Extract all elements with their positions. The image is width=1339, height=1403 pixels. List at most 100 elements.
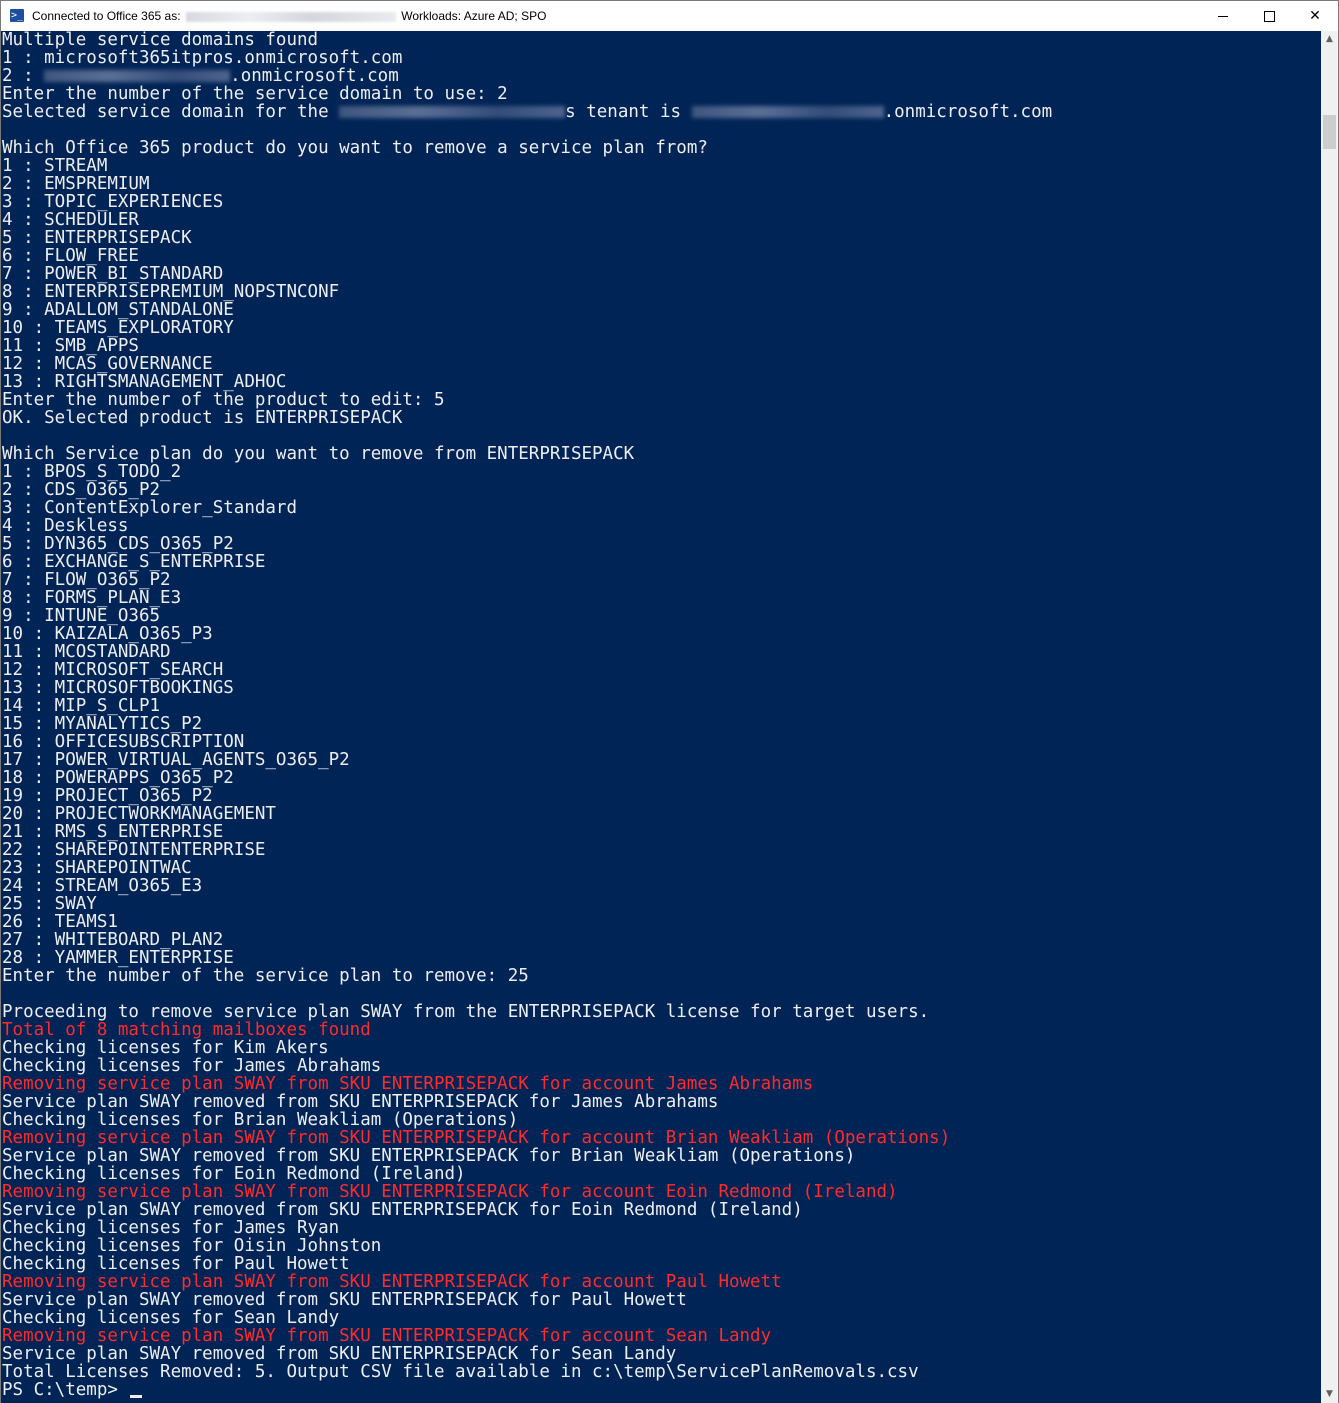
console-line: 9 : ADALLOM_STANDALONE [1, 301, 1321, 319]
console-line: 3 : TOPIC_EXPERIENCES [1, 193, 1321, 211]
console-line-text: Enter the number of the product to edit:… [2, 390, 445, 410]
console-line-text: 28 : YAMMER_ENTERPRISE [2, 948, 234, 968]
console-line-text: 20 : PROJECTWORKMANAGEMENT [2, 804, 276, 824]
redacted-text [339, 106, 566, 118]
console-line: 18 : POWERAPPS_O365_P2 [1, 769, 1321, 787]
console-line-text: Removing service plan SWAY from SKU ENTE… [2, 1272, 782, 1292]
console-line-text: 18 : POWERAPPS_O365_P2 [2, 768, 234, 788]
console-line-text: Total Licenses Removed: 5. Output CSV fi… [2, 1362, 919, 1382]
title-bar[interactable]: >_ Connected to Office 365 as: Workloads… [1, 1, 1338, 31]
console-line: 6 : EXCHANGE_S_ENTERPRISE [1, 553, 1321, 571]
console-line-text: Removing service plan SWAY from SKU ENTE… [2, 1074, 814, 1094]
console-line-text: 25 : SWAY [2, 894, 97, 914]
redacted-text [44, 70, 231, 82]
console-line-text: 13 : RIGHTSMANAGEMENT_ADHOC [2, 372, 287, 392]
console-line: 23 : SHAREPOINTWAC [1, 859, 1321, 877]
console-error-line: Removing service plan SWAY from SKU ENTE… [1, 1075, 1321, 1093]
console-line-text: 1 : BPOS_S_TODO_2 [2, 462, 182, 482]
console-line-text: 6 : FLOW_FREE [2, 246, 139, 266]
console-line: Checking licenses for Sean Landy [1, 1309, 1321, 1327]
console-line-text: Checking licenses for Eoin Redmond (Irel… [2, 1164, 466, 1184]
console-line: 1 : microsoft365itpros.onmicrosoft.com [1, 49, 1321, 67]
console-line: 25 : SWAY [1, 895, 1321, 913]
powershell-window: >_ Connected to Office 365 as: Workloads… [0, 0, 1339, 1403]
console-line: 22 : SHAREPOINTENTERPRISE [1, 841, 1321, 859]
console-line-text: Checking licenses for Sean Landy [2, 1308, 340, 1328]
console-line-text: Which Service plan do you want to remove… [2, 444, 635, 464]
console-line-text: Checking licenses for Kim Akers [2, 1038, 329, 1058]
console-line-text: Service plan SWAY removed from SKU ENTER… [2, 1146, 856, 1166]
console-line-text: Checking licenses for Brian Weakliam (Op… [2, 1110, 519, 1130]
console-output[interactable]: Multiple service domains found 1 : micros… [1, 31, 1321, 1403]
console-line: 7 : POWER_BI_STANDARD [1, 265, 1321, 283]
console-error-line: Removing service plan SWAY from SKU ENTE… [1, 1183, 1321, 1201]
console-line-text: 15 : MYANALYTICS_P2 [2, 714, 203, 734]
maximize-icon [1263, 10, 1275, 22]
scroll-thumb[interactable] [1323, 115, 1336, 149]
console-line-text: 5 : DYN365_CDS_O365_P2 [2, 534, 234, 554]
console-line-text: 3 : ContentExplorer_Standard [2, 498, 298, 518]
maximize-button[interactable] [1246, 1, 1292, 31]
console-line-text: 22 : SHAREPOINTENTERPRISE [2, 840, 266, 860]
console-error-line: Total of 8 matching mailboxes found [1, 1021, 1321, 1039]
console-prompt-line: PS C:\temp> [1, 1381, 1321, 1399]
console-line: Checking licenses for Kim Akers [1, 1039, 1321, 1057]
console-line: OK. Selected product is ENTERPRISEPACK [1, 409, 1321, 427]
console-line: 5 : DYN365_CDS_O365_P2 [1, 535, 1321, 553]
console-line-text: 11 : SMB_APPS [2, 336, 139, 356]
console-line-text: 4 : SCHEDULER [2, 210, 139, 230]
window-title: Connected to Office 365 as: Workloads: A… [32, 9, 546, 23]
console-line: 11 : SMB_APPS [1, 337, 1321, 355]
console-line: 10 : TEAMS_EXPLORATORY [1, 319, 1321, 337]
console-line-text: 2 : [2, 66, 45, 86]
console-line: Enter the number of the service plan to … [1, 967, 1321, 985]
console-line: Checking licenses for Brian Weakliam (Op… [1, 1111, 1321, 1129]
console-line: Which Service plan do you want to remove… [1, 445, 1321, 463]
console-line-text: 27 : WHITEBOARD_PLAN2 [2, 930, 224, 950]
console-line: 9 : INTUNE_O365 [1, 607, 1321, 625]
console-line: 2 : .onmicrosoft.com [1, 67, 1321, 85]
console-line: 12 : MICROSOFT_SEARCH [1, 661, 1321, 679]
console-line-text: Removing service plan SWAY from SKU ENTE… [2, 1128, 951, 1148]
title-suffix: Workloads: Azure AD; SPO [401, 9, 547, 23]
scroll-up-arrow-icon[interactable]: ▲ [1321, 31, 1338, 48]
console-line-text: 16 : OFFICESUBSCRIPTION [2, 732, 245, 752]
console-line-text: 10 : KAIZALA_O365_P3 [2, 624, 213, 644]
console-line-text: 1 : STREAM [2, 156, 108, 176]
console-line: 2 : CDS_O365_P2 [1, 481, 1321, 499]
close-button[interactable]: ✕ [1292, 1, 1338, 31]
console-line: 24 : STREAM_O365_E3 [1, 877, 1321, 895]
minimize-button[interactable] [1200, 1, 1246, 31]
console-line-text: 10 : TEAMS_EXPLORATORY [2, 318, 234, 338]
console-line: Selected service domain for the s tenant… [1, 103, 1321, 121]
console-line-text: 2 : EMSPREMIUM [2, 174, 150, 194]
console-line: 14 : MIP_S_CLP1 [1, 697, 1321, 715]
console-error-line: Removing service plan SWAY from SKU ENTE… [1, 1327, 1321, 1345]
console-line: 3 : ContentExplorer_Standard [1, 499, 1321, 517]
console-line: Checking licenses for Eoin Redmond (Irel… [1, 1165, 1321, 1183]
vertical-scrollbar[interactable]: ▲ ▼ [1321, 31, 1338, 1403]
console-line: 10 : KAIZALA_O365_P3 [1, 625, 1321, 643]
scroll-down-arrow-icon[interactable]: ▼ [1321, 1386, 1338, 1403]
console-line: 17 : POWER_VIRTUAL_AGENTS_O365_P2 [1, 751, 1321, 769]
console-line: 12 : MCAS_GOVERNANCE [1, 355, 1321, 373]
console-line: Service plan SWAY removed from SKU ENTER… [1, 1093, 1321, 1111]
console-line: 13 : MICROSOFTBOOKINGS [1, 679, 1321, 697]
redacted-account [185, 11, 396, 22]
console-line: 1 : STREAM [1, 157, 1321, 175]
console-line-text: 5 : ENTERPRISEPACK [2, 228, 192, 248]
console-line-text: 9 : INTUNE_O365 [2, 606, 161, 626]
console-line: 8 : ENTERPRISEPREMIUM_NOPSTNCONF [1, 283, 1321, 301]
console-line-text: 8 : FORMS_PLAN_E3 [2, 588, 182, 608]
minimize-icon [1218, 15, 1228, 17]
console-line-text: Service plan SWAY removed from SKU ENTER… [2, 1290, 687, 1310]
powershell-icon[interactable]: >_ [10, 9, 24, 22]
console-line-text: OK. Selected product is ENTERPRISEPACK [2, 408, 403, 428]
console-line-text: 24 : STREAM_O365_E3 [2, 876, 203, 896]
console-line-text: Enter the number of the service domain t… [2, 84, 508, 104]
console-line-text: 23 : SHAREPOINTWAC [2, 858, 192, 878]
console-line-text: 11 : MCOSTANDARD [2, 642, 171, 662]
console-line: 19 : PROJECT_O365_P2 [1, 787, 1321, 805]
console-error-line: Removing service plan SWAY from SKU ENTE… [1, 1129, 1321, 1147]
console-line-text: 13 : MICROSOFTBOOKINGS [2, 678, 234, 698]
